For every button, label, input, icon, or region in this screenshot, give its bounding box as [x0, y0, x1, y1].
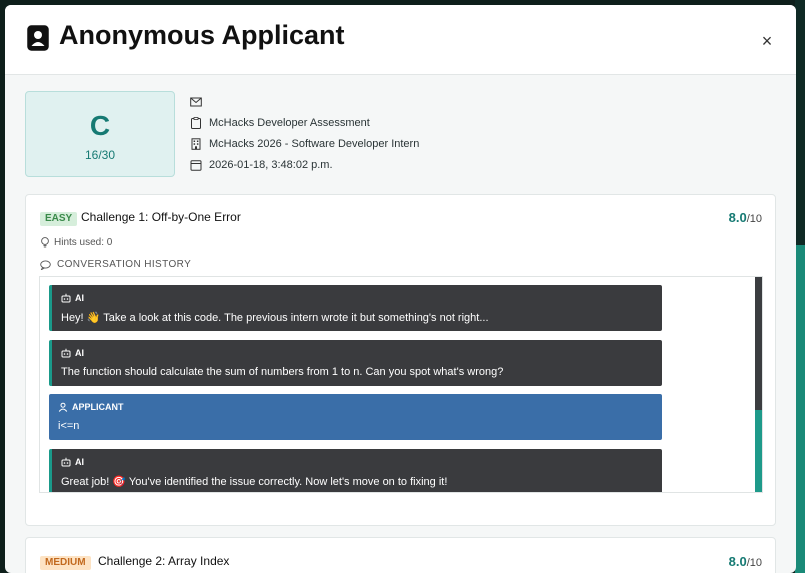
challenge-score-value: 8.0: [728, 210, 747, 225]
calendar-icon: [190, 160, 202, 171]
conversation-scrollbar[interactable]: [755, 277, 762, 492]
robot-icon: [61, 457, 71, 467]
position-row: McHacks 2026 - Software Developer Intern: [190, 135, 419, 153]
conversation-scrollbar-thumb[interactable]: [755, 277, 762, 410]
conversation-label: CONVERSATION HISTORY: [57, 259, 192, 270]
total-score: 16/30: [84, 148, 116, 162]
score-card: C 16/30: [25, 91, 175, 177]
challenge-score-max: /10: [746, 557, 762, 569]
message-sender: AI: [61, 292, 653, 304]
building-icon: [191, 138, 201, 150]
email-row: [190, 93, 209, 111]
assessment-row: McHacks Developer Assessment: [190, 114, 370, 132]
id-badge-icon: [27, 25, 49, 51]
hints-used: Hints used: 0: [40, 237, 112, 248]
date-text: 2026-01-18, 3:48:02 p.m.: [209, 159, 333, 171]
grade-letter: C: [89, 110, 111, 141]
difficulty-badge: MEDIUM: [40, 556, 91, 570]
hints-text: Hints used: 0: [54, 237, 113, 248]
challenge-title: Challenge 2: Array Index: [98, 554, 230, 568]
challenge-card-1: EASY Challenge 1: Off-by-One Error 8.0/1…: [25, 194, 776, 526]
challenge-score: 8.0/10: [729, 210, 762, 225]
chat-message-applicant: APPLICANT i<=n: [49, 394, 662, 440]
modal-title: Anonymous Applicant: [59, 20, 345, 50]
user-icon: [58, 402, 68, 412]
clipboard-icon: [191, 117, 201, 129]
sender-label: AI: [75, 457, 84, 467]
conversation-heading: CONVERSATION HISTORY: [40, 259, 191, 270]
message-text: Great job! 🎯 You've identified the issue…: [61, 476, 448, 488]
difficulty-badge: EASY: [40, 212, 78, 226]
sender-label: APPLICANT: [72, 402, 124, 412]
message-sender: APPLICANT: [58, 401, 653, 413]
modal-header: Anonymous Applicant ×: [5, 5, 796, 75]
close-button[interactable]: ×: [757, 31, 777, 51]
lightbulb-icon: [41, 237, 49, 248]
challenge-title: Challenge 1: Off-by-One Error: [81, 210, 241, 224]
sender-label: AI: [75, 293, 84, 303]
message-sender: AI: [61, 347, 653, 359]
position-text: McHacks 2026 - Software Developer Intern: [209, 138, 420, 150]
date-row: 2026-01-18, 3:48:02 p.m.: [190, 156, 333, 174]
robot-icon: [61, 348, 71, 358]
applicant-modal: Anonymous Applicant × C 16/30 McHacks De…: [5, 5, 796, 573]
assessment-text: McHacks Developer Assessment: [209, 117, 370, 129]
message-text: The function should calculate the sum of…: [61, 366, 504, 378]
challenge-score-max: /10: [746, 213, 762, 225]
robot-icon: [61, 293, 71, 303]
challenge-card-2: MEDIUM Challenge 2: Array Index 8.0/10: [25, 537, 776, 573]
challenge-score-value: 8.0: [728, 554, 747, 569]
sender-label: AI: [75, 348, 84, 358]
chat-message-ai: AI Great job! 🎯 You've identified the is…: [49, 449, 662, 492]
message-text: i<=n: [58, 420, 80, 432]
backdrop-strip-dark: [795, 0, 805, 245]
chat-bubble-icon: [40, 259, 51, 270]
mail-icon: [190, 97, 202, 107]
challenge-score: 8.0/10: [729, 554, 762, 569]
conversation-history[interactable]: AI Hey! 👋 Take a look at this code. The …: [39, 276, 763, 493]
message-text: Hey! 👋 Take a look at this code. The pre…: [61, 312, 489, 324]
message-sender: AI: [61, 456, 653, 468]
chat-message-ai: AI The function should calculate the sum…: [49, 340, 662, 386]
chat-message-ai: AI Hey! 👋 Take a look at this code. The …: [49, 285, 662, 331]
